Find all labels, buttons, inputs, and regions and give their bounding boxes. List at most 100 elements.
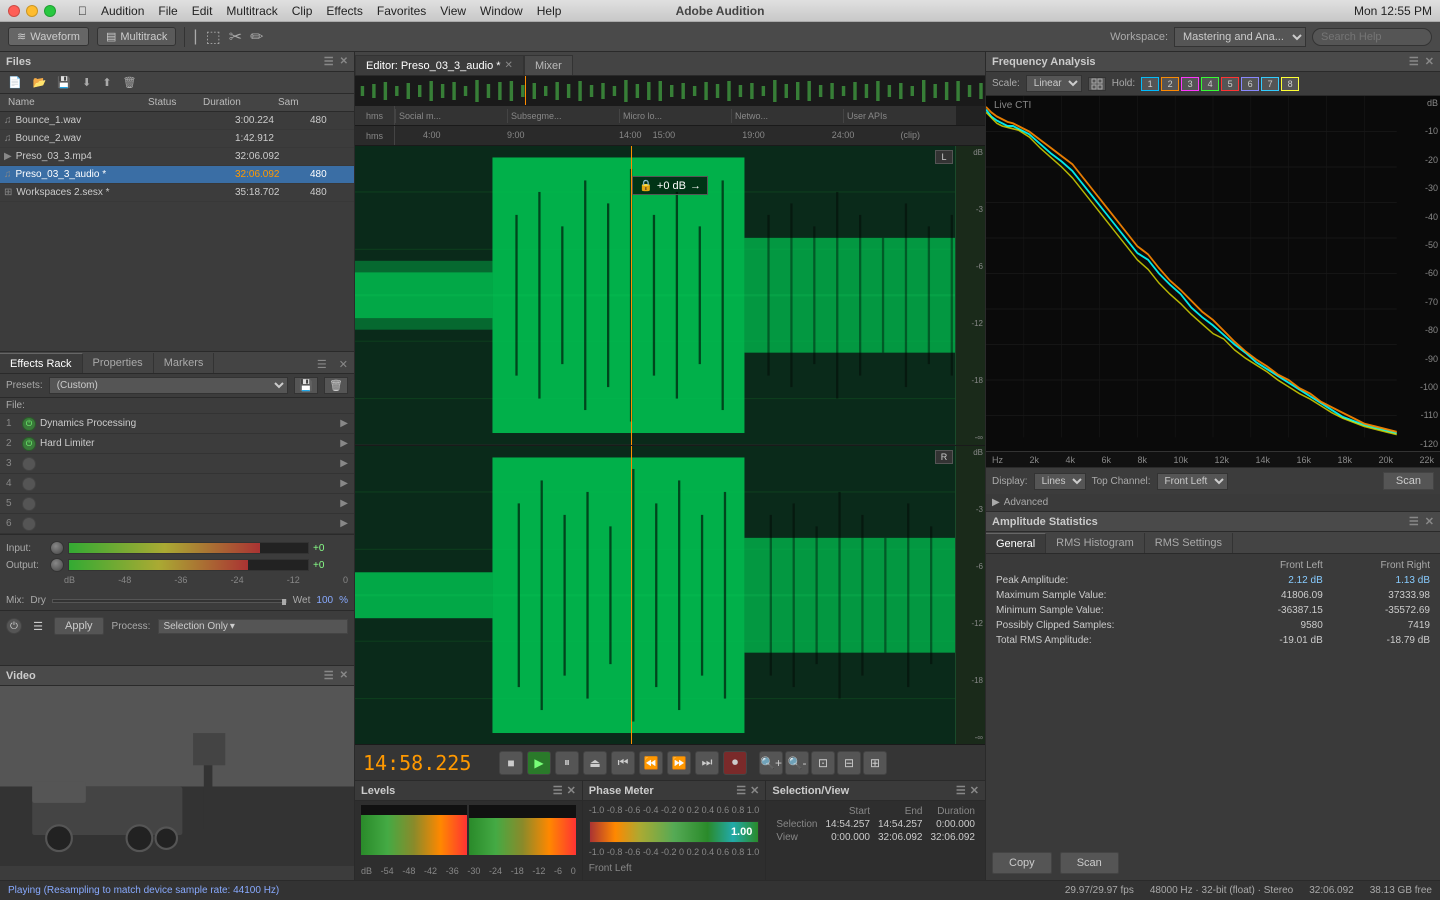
scale-select[interactable]: Linear: [1026, 75, 1082, 92]
hold-btn-7[interactable]: 7: [1261, 77, 1279, 91]
selection-menu[interactable]: ☰: [956, 784, 966, 797]
effects-rack-menu[interactable]: ☰: [311, 356, 333, 373]
amp-stats-close[interactable]: ✕: [1425, 515, 1434, 528]
zoom-fit-btn[interactable]: ⊡: [811, 751, 835, 775]
effect-power-4[interactable]: [22, 477, 36, 491]
fast-forward-btn[interactable]: ⏩: [667, 751, 691, 775]
menu-edit[interactable]: Edit: [186, 4, 219, 18]
levels-close[interactable]: ✕: [567, 784, 576, 797]
output-knob[interactable]: [50, 558, 64, 572]
menu-file[interactable]: File: [152, 4, 183, 18]
hold-btn-2[interactable]: 2: [1161, 77, 1179, 91]
tab-properties[interactable]: Properties: [83, 353, 154, 373]
freq-grid-btn[interactable]: [1088, 77, 1106, 91]
razor-tool-icon[interactable]: ✂: [229, 27, 242, 47]
rack-list-btn[interactable]: ☰: [30, 618, 46, 634]
phase-menu[interactable]: ☰: [736, 784, 746, 797]
files-panel-menu[interactable]: ☰: [324, 55, 334, 68]
workspace-select[interactable]: Mastering and Ana...: [1174, 27, 1306, 47]
menu-favorites[interactable]: Favorites: [371, 4, 432, 18]
selection-close[interactable]: ✕: [970, 784, 979, 797]
effect-expand-1[interactable]: ▶: [340, 418, 348, 429]
pause-btn[interactable]: ⏸: [555, 751, 579, 775]
zoom-selection-btn[interactable]: ⊟: [837, 751, 861, 775]
tab-general[interactable]: General: [986, 533, 1046, 553]
rewind-btn[interactable]: ⏪: [639, 751, 663, 775]
effect-expand-6[interactable]: ▶: [340, 518, 348, 529]
process-select[interactable]: Selection Only ▾: [158, 619, 348, 634]
list-item[interactable]: ♫ Preso_03_3_audio * 32:06.092 480: [0, 166, 354, 184]
list-item[interactable]: ♫ Bounce_2.wav 1:42.912: [0, 130, 354, 148]
play-btn[interactable]: ▶: [527, 751, 551, 775]
effect-name-2[interactable]: Hard Limiter: [40, 438, 336, 449]
zoom-out-btn[interactable]: 🔍-: [785, 751, 809, 775]
stop-btn[interactable]: ■: [499, 751, 523, 775]
hold-btn-8[interactable]: 8: [1281, 77, 1299, 91]
top-channel-select[interactable]: Front Left: [1157, 473, 1228, 490]
presets-save-btn[interactable]: 💾: [294, 377, 318, 394]
tab-markers[interactable]: Markers: [154, 353, 215, 373]
remove-file-btn[interactable]: 🗑: [119, 75, 141, 90]
channel-L-btn[interactable]: L: [935, 150, 953, 164]
files-panel-close[interactable]: ✕: [340, 56, 348, 67]
save-file-btn[interactable]: 💾: [53, 75, 75, 90]
effect-expand-4[interactable]: ▶: [340, 478, 348, 489]
tab-effects-rack[interactable]: Effects Rack: [0, 353, 83, 373]
waveform-main[interactable]: L dB -3 -6 -12 -18 -∞ 🔒 +0 dB →: [355, 146, 985, 744]
menu-help[interactable]: Help: [531, 4, 568, 18]
effects-rack-close[interactable]: ✕: [333, 356, 354, 373]
levels-menu[interactable]: ☰: [553, 784, 563, 797]
search-input[interactable]: [1312, 28, 1432, 46]
effect-power-3[interactable]: [22, 457, 36, 471]
editor-tab-mixer[interactable]: Mixer: [524, 55, 573, 75]
list-item[interactable]: ▶ Preso_03_3.mp4 32:06.092: [0, 148, 354, 166]
menu-audition[interactable]: Audition: [95, 4, 150, 18]
fullscreen-button[interactable]: [44, 5, 56, 17]
hold-btn-4[interactable]: 4: [1201, 77, 1219, 91]
open-file-btn[interactable]: 📂: [29, 75, 51, 90]
amp-scan-button[interactable]: Scan: [1060, 852, 1119, 874]
menu-apple[interactable]: : [72, 4, 93, 18]
record-btn[interactable]: ⏺: [723, 751, 747, 775]
input-knob[interactable]: [50, 541, 64, 555]
hold-btn-6[interactable]: 6: [1241, 77, 1259, 91]
freq-close[interactable]: ✕: [1425, 55, 1434, 68]
effect-power-1[interactable]: ⏻: [22, 417, 36, 431]
menu-multitrack[interactable]: Multitrack: [220, 4, 283, 18]
display-select[interactable]: Lines: [1034, 473, 1086, 490]
hold-btn-1[interactable]: 1: [1141, 77, 1159, 91]
go-start-btn[interactable]: ⏮: [611, 751, 635, 775]
presets-delete-btn[interactable]: 🗑: [324, 377, 348, 394]
freq-scan-button[interactable]: Scan: [1383, 472, 1434, 490]
phase-close[interactable]: ✕: [750, 784, 759, 797]
hold-btn-5[interactable]: 5: [1221, 77, 1239, 91]
menu-window[interactable]: Window: [474, 4, 529, 18]
menu-view[interactable]: View: [434, 4, 472, 18]
close-button[interactable]: [8, 5, 20, 17]
apply-button[interactable]: Apply: [54, 617, 104, 635]
hold-btn-3[interactable]: 3: [1181, 77, 1199, 91]
loop-btn[interactable]: ⏏: [583, 751, 607, 775]
effect-power-6[interactable]: [22, 517, 36, 531]
effect-expand-2[interactable]: ▶: [340, 438, 348, 449]
effect-power-2[interactable]: ⏻: [22, 437, 36, 451]
freq-menu[interactable]: ☰: [1409, 55, 1419, 68]
editor-tab-close[interactable]: ✕: [505, 60, 513, 71]
rack-power-btn[interactable]: ⏻: [6, 618, 22, 634]
export-btn[interactable]: ⬆: [98, 75, 115, 90]
go-end-btn[interactable]: ⏭: [695, 751, 719, 775]
advanced-row[interactable]: ▶ Advanced: [986, 494, 1440, 511]
waveform-button[interactable]: ≋ Waveform: [8, 27, 89, 46]
list-item[interactable]: ♫ Bounce_1.wav 3:00.224 480: [0, 112, 354, 130]
presets-select[interactable]: (Custom): [49, 377, 289, 394]
channel-R-btn[interactable]: R: [935, 450, 953, 464]
editor-tab-audio[interactable]: Editor: Preso_03_3_audio * ✕: [355, 55, 524, 75]
import-btn[interactable]: ⬇: [78, 75, 95, 90]
tab-rms-settings[interactable]: RMS Settings: [1145, 533, 1233, 553]
marquee-tool-icon[interactable]: ⬚: [206, 27, 221, 47]
new-file-btn[interactable]: 📄: [4, 75, 26, 90]
zoom-in-btn[interactable]: 🔍+: [759, 751, 783, 775]
video-panel-close[interactable]: ✕: [340, 670, 348, 681]
effect-power-5[interactable]: [22, 497, 36, 511]
video-panel-menu[interactable]: ☰: [324, 669, 334, 682]
